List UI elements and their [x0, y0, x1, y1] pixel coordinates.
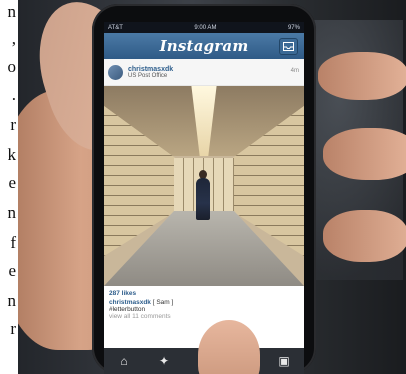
- text-fragment: r: [10, 319, 16, 338]
- post-location[interactable]: US Post Office: [128, 73, 173, 79]
- post-header: christmasxdk US Post Office 4m: [104, 59, 304, 86]
- text-fragment: k: [7, 145, 17, 164]
- text-fragment: n: [7, 203, 17, 222]
- comment-hashtag[interactable]: #letterbutton: [109, 306, 299, 313]
- activity-icon: ☺: [237, 354, 251, 368]
- clock-label: 9:00 AM: [194, 24, 217, 31]
- finger: [323, 128, 406, 180]
- article-text-column: n , o . r k e n f e n r: [0, 0, 18, 374]
- text-fragment: e: [8, 173, 16, 192]
- post-caption: 287 likes christmasxdk [ Sam ] #letterbu…: [104, 286, 304, 324]
- tab-bar: ⌂ ✦ ◉ ☺ ▣: [104, 348, 304, 374]
- avatar[interactable]: [108, 64, 123, 80]
- finger: [318, 52, 406, 100]
- post-time: 4m: [290, 68, 299, 74]
- tab-activity[interactable]: ☺: [233, 352, 255, 370]
- text-fragment: r: [10, 115, 16, 134]
- carrier-label: AT&T: [108, 24, 123, 31]
- likes-count[interactable]: 287 likes: [109, 290, 299, 297]
- status-bar: AT&T 9:00 AM 97%: [104, 22, 304, 33]
- tab-profile[interactable]: ▣: [273, 352, 295, 370]
- text-fragment: o: [7, 57, 17, 76]
- instagram-logo: Instagram: [159, 37, 249, 55]
- view-all-comments[interactable]: view all 11 comments: [109, 313, 299, 320]
- post-image[interactable]: [104, 86, 304, 286]
- inbox-button[interactable]: [279, 38, 298, 55]
- text-fragment: ,: [11, 29, 16, 48]
- phone-screen: AT&T 9:00 AM 97% Instagram christmasxdk …: [104, 22, 304, 374]
- text-fragment: n: [7, 2, 17, 21]
- text-fragment: n: [7, 291, 17, 310]
- home-icon: ⌂: [120, 354, 128, 368]
- tab-explore[interactable]: ✦: [153, 352, 175, 370]
- inbox-icon: [283, 42, 294, 51]
- explore-icon: ✦: [158, 354, 170, 368]
- profile-icon: ▣: [278, 354, 290, 368]
- text-fragment: .: [11, 85, 16, 104]
- text-fragment: e: [8, 261, 16, 280]
- app-header: Instagram: [104, 33, 304, 59]
- battery-label: 97%: [287, 24, 300, 31]
- person-figure: [196, 178, 210, 220]
- tab-camera[interactable]: ◉: [193, 352, 215, 370]
- post-username[interactable]: christmasxdk: [128, 66, 173, 73]
- finger: [323, 210, 406, 262]
- camera-icon: ◉: [198, 354, 210, 368]
- tab-home[interactable]: ⌂: [113, 352, 135, 370]
- comment-text: [ Sam ]: [152, 299, 174, 306]
- comment-username[interactable]: christmasxdk: [109, 299, 151, 306]
- text-fragment: f: [10, 233, 16, 252]
